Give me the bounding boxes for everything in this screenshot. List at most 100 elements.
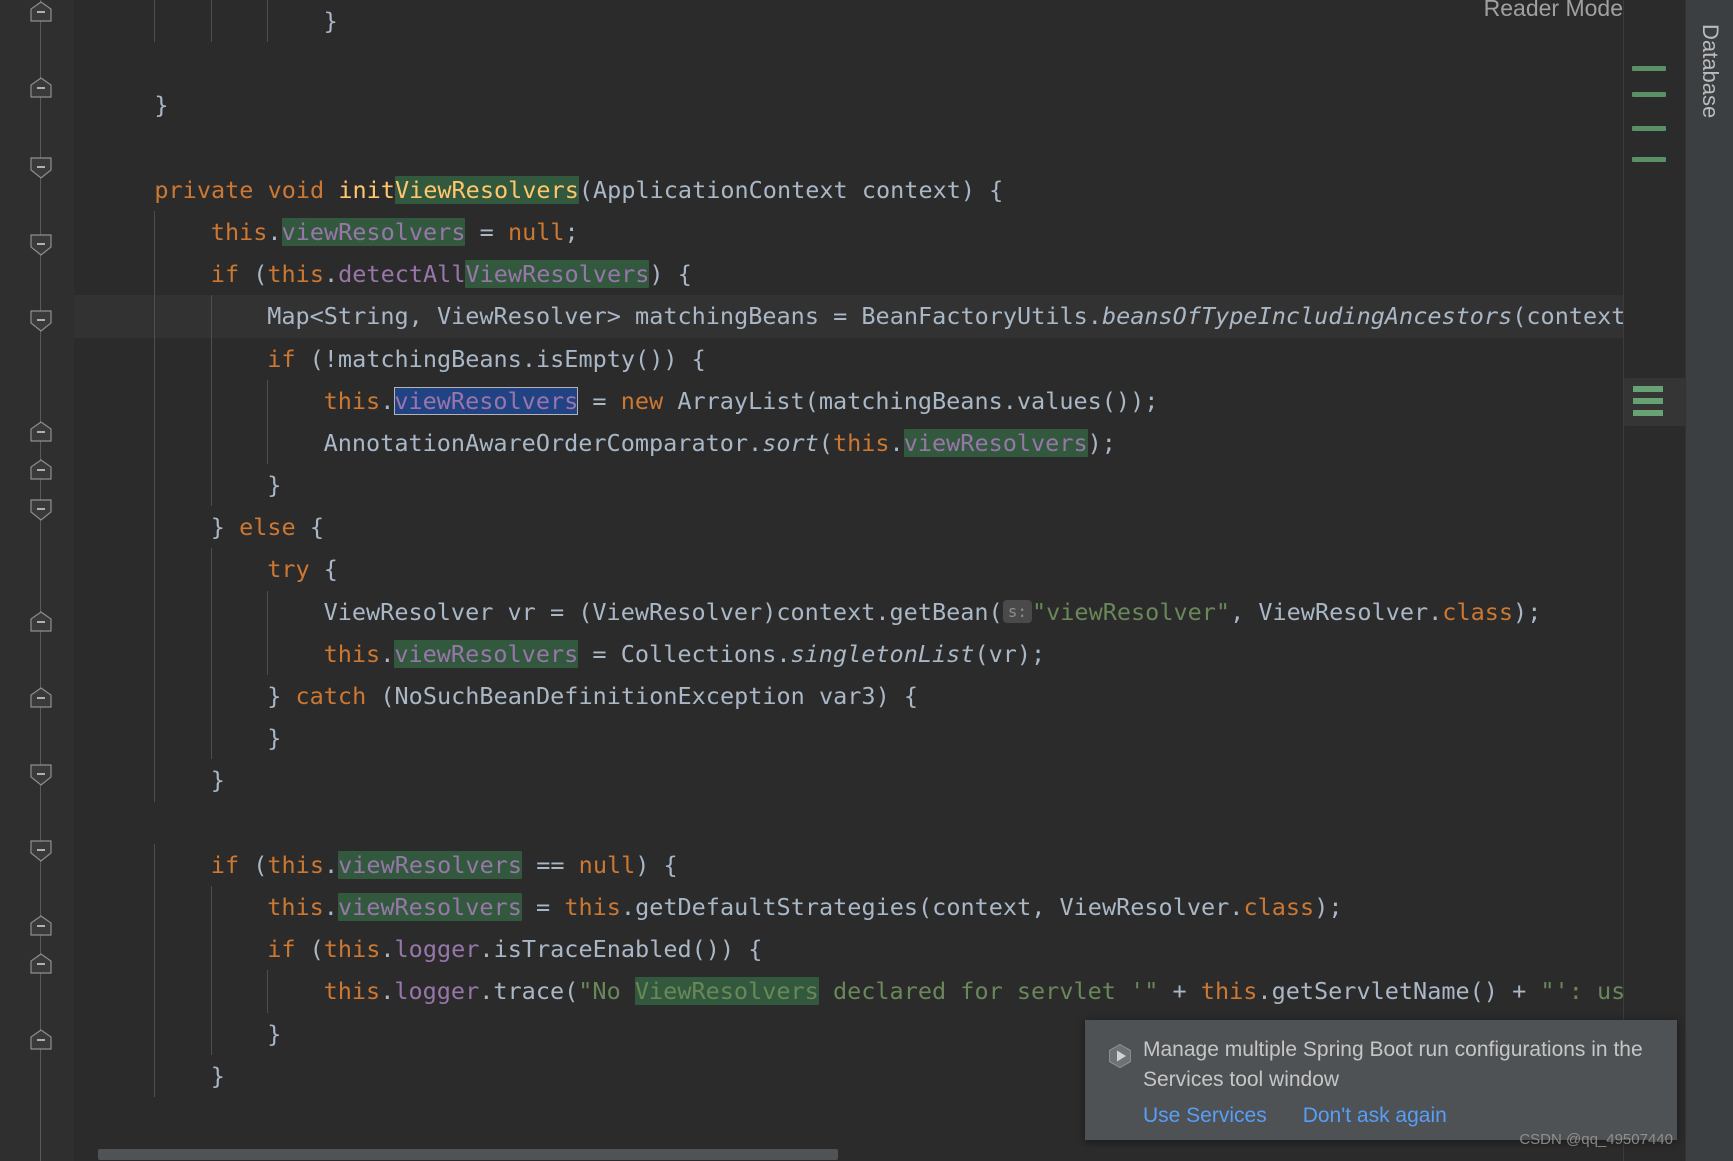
occurrence-marker[interactable] <box>1633 410 1663 416</box>
fold-marker-down[interactable] <box>29 762 53 787</box>
fold-marker-up[interactable] <box>29 914 53 939</box>
code-token: sort <box>762 428 819 457</box>
horizontal-scrollbar[interactable] <box>74 1147 1623 1161</box>
fold-marker-up[interactable] <box>29 686 53 711</box>
code-token: } <box>267 1019 282 1048</box>
code-token: } <box>267 471 282 500</box>
indent-guide <box>154 843 156 886</box>
tool-tab-database[interactable]: Database <box>1686 10 1733 210</box>
code-line[interactable]: this.viewResolvers = this.getDefaultStra… <box>74 885 1623 929</box>
code-token: viewResolvers <box>281 217 466 246</box>
code-line[interactable]: this.logger.trace("No ViewResolvers decl… <box>74 970 1623 1013</box>
indent-guide <box>267 0 269 43</box>
fold-marker-up[interactable] <box>29 610 53 635</box>
code-line-text: this.viewResolvers = Collections.singlet… <box>324 639 1046 668</box>
code-token: } <box>267 724 282 753</box>
fold-marker-up[interactable] <box>29 952 53 977</box>
code-line[interactable]: this.viewResolvers = null; <box>74 210 1623 254</box>
occurrence-marker[interactable] <box>1632 126 1666 131</box>
code-line[interactable]: if (this.logger.isTraceEnabled()) { <box>74 928 1623 971</box>
fold-marker-up[interactable] <box>29 76 53 101</box>
indent-guide <box>267 970 269 1013</box>
code-editor-area[interactable]: }} private void initViewResolvers(Applica… <box>74 0 1623 1161</box>
code-token: . <box>889 428 904 457</box>
code-line[interactable]: } catch (NoSuchBeanDefinitionException v… <box>74 675 1623 718</box>
code-token: ); <box>1087 428 1116 457</box>
code-token: ViewResolvers <box>465 260 650 289</box>
code-line[interactable]: ViewResolver vr = (ViewResolver)context.… <box>74 590 1623 633</box>
fold-marker-down[interactable] <box>29 497 53 522</box>
occurrence-marker[interactable] <box>1632 92 1666 97</box>
code-token: ( <box>239 850 268 879</box>
horizontal-scrollbar-thumb[interactable] <box>98 1149 838 1160</box>
fold-marker-down[interactable] <box>29 155 53 180</box>
code-token: (vr); <box>974 639 1046 668</box>
ide-editor-window: }} private void initViewResolvers(Applica… <box>0 0 1733 1161</box>
indent-guide <box>154 210 156 254</box>
occurrence-marker[interactable] <box>1633 398 1663 404</box>
code-line[interactable]: this.viewResolvers = new ArrayList(match… <box>74 379 1623 422</box>
indent-guide <box>154 295 156 338</box>
code-token: Map<String, ViewResolver> matchingBeans … <box>267 302 1102 331</box>
code-line[interactable]: if (this.detectAllViewResolvers) { <box>74 253 1623 296</box>
code-token: + <box>1158 977 1201 1006</box>
code-line-text: this.viewResolvers = this.getDefaultStra… <box>267 892 1343 921</box>
indent-guide <box>210 632 212 675</box>
code-line[interactable]: private void initViewResolvers(Applicati… <box>74 169 1623 211</box>
indent-guide <box>210 970 212 1013</box>
code-line[interactable]: } <box>74 84 1623 126</box>
code-text-layer[interactable]: }} private void initViewResolvers(Applica… <box>74 0 1623 1161</box>
code-line-text: this.viewResolvers = null; <box>210 217 579 246</box>
indent-guide <box>210 295 212 338</box>
code-token: this <box>210 217 268 246</box>
fold-marker-down[interactable] <box>29 232 53 257</box>
code-token: "viewResolver" <box>1031 597 1231 626</box>
code-token: ApplicationContext context <box>593 175 961 204</box>
fold-marker-up[interactable] <box>29 458 53 483</box>
code-line[interactable]: } <box>74 717 1623 760</box>
use-services-link[interactable]: Use Services <box>1143 1104 1267 1128</box>
occurrence-marker[interactable] <box>1632 66 1666 71</box>
code-token: ( <box>818 428 833 457</box>
right-tool-window-strip: Database <box>1685 0 1733 1161</box>
notification-message: Manage multiple Spring Boot run configur… <box>1143 1038 1643 1091</box>
code-line[interactable] <box>74 127 1623 169</box>
code-token: = Collections. <box>578 639 791 668</box>
occurrence-marker[interactable] <box>1632 157 1666 162</box>
code-line[interactable]: if (this.viewResolvers == null) { <box>74 843 1623 886</box>
fold-marker-down[interactable] <box>29 838 53 863</box>
code-token: AnnotationAwareOrderComparator. <box>323 428 763 457</box>
code-token: (context, <box>1512 302 1623 331</box>
occurrence-marker[interactable] <box>1633 386 1663 392</box>
code-line[interactable]: this.viewResolvers = Collections.singlet… <box>74 632 1623 675</box>
code-token: } <box>210 513 240 542</box>
editor-marker-strip[interactable] <box>1623 0 1686 1161</box>
code-line[interactable]: } else { <box>74 506 1623 549</box>
code-token: this <box>832 428 890 457</box>
code-line[interactable]: Map<String, ViewResolver> matchingBeans … <box>74 295 1623 338</box>
code-token: else <box>239 513 296 542</box>
indent-guide <box>267 379 269 422</box>
fold-marker-down[interactable] <box>29 308 53 333</box>
code-line[interactable]: if (!matchingBeans.isEmpty()) { <box>74 337 1623 380</box>
fold-marker-up[interactable] <box>29 420 53 445</box>
code-line[interactable] <box>74 802 1623 844</box>
fold-marker-up[interactable] <box>29 1028 53 1053</box>
indent-guide <box>154 717 156 760</box>
code-line[interactable]: AnnotationAwareOrderComparator.sort(this… <box>74 421 1623 465</box>
code-token: this <box>267 260 324 289</box>
dont-ask-again-link[interactable]: Don't ask again <box>1303 1104 1447 1128</box>
code-line[interactable]: try { <box>74 548 1623 591</box>
code-line[interactable] <box>74 42 1623 84</box>
code-token: . <box>323 260 339 289</box>
code-line-text: AnnotationAwareOrderComparator.sort(this… <box>323 428 1116 457</box>
code-line[interactable]: } <box>74 759 1623 802</box>
code-token: (NoSuchBeanDefinitionException var3) { <box>366 682 919 710</box>
code-token: ViewResolver vr = (ViewResolver)context.… <box>323 597 1003 626</box>
code-line[interactable]: } <box>74 464 1623 507</box>
notification-balloon[interactable]: Manage multiple Spring Boot run configur… <box>1085 1020 1677 1140</box>
fold-marker-up[interactable] <box>29 0 53 25</box>
code-token: this <box>564 892 621 921</box>
code-line[interactable]: } <box>74 0 1623 43</box>
